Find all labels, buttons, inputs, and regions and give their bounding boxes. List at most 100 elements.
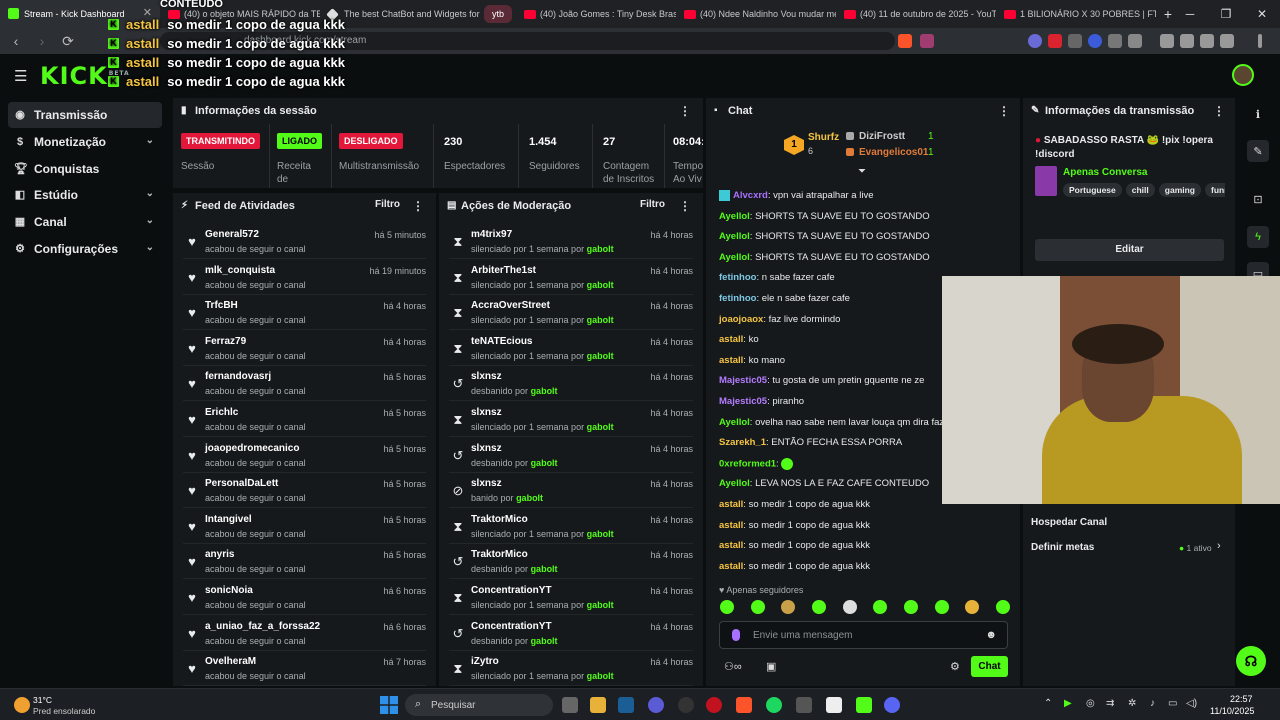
chat-username[interactable]: Majestic05 — [719, 396, 767, 407]
chat-username[interactable]: astall — [719, 355, 743, 366]
extension-2-icon[interactable] — [1048, 34, 1062, 48]
list-item[interactable]: ♥ mlk_conquista acabou de seguir o canal há… — [173, 259, 436, 295]
edit-icon[interactable]: ✎ — [1247, 140, 1269, 162]
moderator-name[interactable]: gabolt — [587, 351, 614, 361]
vpn-icon[interactable] — [1220, 34, 1234, 48]
follower-name[interactable]: Intangivel — [205, 514, 252, 525]
emoji-icon[interactable]: ☻ — [985, 629, 997, 641]
moderated-user[interactable]: m4trix97 — [471, 229, 512, 240]
chat-username[interactable]: astall — [719, 561, 743, 572]
spotify-icon[interactable] — [766, 697, 782, 713]
list-item[interactable]: ♥ TrfcBH acabou de seguir o canal há 4 hora… — [173, 294, 436, 331]
emote-icon[interactable] — [750, 600, 765, 614]
send-chat-button[interactable]: Chat — [971, 656, 1008, 677]
avatar[interactable] — [1232, 64, 1254, 86]
moderated-user[interactable]: ArbiterThe1st — [471, 265, 536, 276]
tab-youtube-3[interactable]: (40) Ndee Naldinho Vou mudar meu — [676, 0, 836, 28]
tab-youtube-5[interactable]: 1 BILIONÁRIO X 30 POBRES | FT. PAULO — [996, 0, 1156, 28]
chat-username[interactable]: Alvcxrd — [733, 190, 768, 201]
sidebar-item-estudio[interactable]: ◧ Estúdio ⌄ — [8, 182, 162, 208]
follower-name[interactable]: joaopedromecanico — [205, 443, 299, 454]
moderated-user[interactable]: slxnsz — [471, 478, 502, 489]
brave-shield-icon[interactable] — [898, 34, 912, 48]
chevron-up-icon[interactable]: ⌃ — [1044, 698, 1052, 709]
weather-icon[interactable] — [14, 697, 30, 713]
menu-icon[interactable] — [1258, 34, 1262, 48]
obs-icon[interactable] — [678, 697, 694, 713]
expand-leaderboard-icon[interactable]: ⏷ — [858, 166, 866, 177]
moderated-user[interactable]: slxnsz — [471, 407, 502, 418]
follower-name[interactable]: a_uniao_faz_a_forssa22 — [205, 621, 320, 632]
chat-username[interactable]: Ayellol — [719, 231, 750, 242]
microphone-icon[interactable]: ♪ — [1150, 698, 1155, 709]
lightning-icon[interactable]: ϟ — [1247, 226, 1269, 248]
moderated-user[interactable]: AccraOverStreet — [471, 300, 550, 311]
set-goals-link[interactable]: Definir metas — [1031, 542, 1094, 553]
moderated-user[interactable]: iZytro — [471, 656, 499, 667]
list-item[interactable]: ↺ ConcentrationYT desbanido por gabolt há 4… — [439, 615, 703, 651]
list-item[interactable]: ⧗ TraktorMico silenciado por 1 semana por … — [439, 508, 703, 544]
follower-name[interactable]: TrfcBH — [205, 300, 238, 311]
emote-icon[interactable] — [781, 600, 796, 614]
tray-icon[interactable]: ⇉ — [1106, 698, 1114, 709]
emote-icon[interactable] — [873, 600, 888, 614]
discord-icon[interactable] — [884, 697, 900, 713]
chat-username[interactable]: 0xreformed1 — [719, 458, 776, 469]
tab-group-ytb[interactable]: ytb — [484, 5, 513, 23]
forward-icon[interactable]: › — [32, 33, 52, 49]
sidebar-icon[interactable] — [1180, 34, 1194, 48]
category-link[interactable]: Apenas Conversa — [1063, 167, 1147, 178]
minimize-button[interactable]: ─ — [1172, 0, 1208, 28]
target-icon[interactable]: ⊡ — [1247, 188, 1269, 210]
emote-icon[interactable] — [720, 600, 734, 614]
back-icon[interactable]: ‹ — [6, 33, 26, 49]
moderated-user[interactable]: ConcentrationYT — [471, 585, 552, 596]
moderator-name[interactable]: gabolt — [587, 600, 614, 610]
list-item[interactable]: ♥ anyris acabou de seguir o canal há 5 hora… — [173, 543, 436, 580]
clock-time[interactable]: 22:57 — [1230, 694, 1253, 704]
list-item[interactable]: ⧗ teNATEcious silenciado por 1 semana por … — [439, 330, 703, 366]
file-explorer-icon[interactable] — [590, 697, 606, 713]
rewards-icon[interactable] — [920, 34, 934, 48]
support-headset-icon[interactable]: ☊ — [1236, 646, 1266, 676]
chat-input[interactable]: Envie uma mensagem ☻ — [719, 621, 1008, 649]
chevron-right-icon[interactable]: › — [1217, 540, 1221, 552]
emote-icon[interactable] — [995, 600, 1010, 614]
tray-icon[interactable]: ◎ — [1086, 698, 1095, 709]
chat-username[interactable]: Ayellol — [719, 211, 750, 222]
chat-username[interactable]: Ayellol — [719, 478, 750, 489]
moderated-user[interactable]: TraktorMico — [471, 514, 528, 525]
host-channel-link[interactable]: Hospedar Canal — [1031, 517, 1107, 528]
tab-youtube-4[interactable]: (40) 11 de outubro de 2025 - YouTube — [836, 0, 996, 28]
list-item[interactable]: ♥ Intangivel acabou de seguir o canal há 5 … — [173, 508, 436, 544]
hamburger-menu-icon[interactable]: ☰ — [14, 67, 27, 85]
list-item[interactable]: ♥ sonicNoia acabou de seguir o canal há 6 h… — [173, 579, 436, 615]
chat-username[interactable]: joaojoaox — [719, 314, 763, 325]
moderator-name[interactable]: gabolt — [587, 422, 614, 432]
list-item[interactable]: ♥ PersonalDaLett acabou de seguir o canal h… — [173, 472, 436, 509]
opera-icon[interactable] — [706, 697, 722, 713]
music-icon[interactable] — [1160, 34, 1174, 48]
wallet-icon[interactable] — [1200, 34, 1214, 48]
list-item[interactable]: ⧗ AccraOverStreet silenciado por 1 semana … — [439, 294, 703, 331]
notepad-icon[interactable] — [826, 697, 842, 713]
reload-icon[interactable]: ⟳ — [58, 33, 78, 50]
emote-icon[interactable] — [842, 600, 857, 614]
tag[interactable]: Portuguese — [1063, 183, 1122, 197]
moderated-user[interactable]: TraktorMico — [471, 549, 528, 560]
more-options-icon[interactable]: ⋮ — [998, 104, 1010, 118]
filter-button[interactable]: Filtro — [375, 199, 400, 210]
follower-name[interactable]: anyris — [205, 549, 234, 560]
tag[interactable]: funny — [1205, 183, 1225, 197]
task-view-icon[interactable] — [562, 697, 578, 713]
volume-icon[interactable]: ◁) — [1186, 698, 1197, 709]
extension-4-icon[interactable] — [1088, 34, 1102, 48]
extension-3-icon[interactable] — [1068, 34, 1082, 48]
emote-icon[interactable] — [903, 600, 918, 614]
close-window-button[interactable]: ✕ — [1244, 0, 1280, 28]
more-options-icon[interactable]: ⋮ — [679, 199, 691, 213]
list-item[interactable]: ⧗ ArbiterThe1st silenciado por 1 semana po… — [439, 259, 703, 295]
chat-username[interactable]: astall — [719, 520, 743, 531]
list-item[interactable]: ↺ slxnsz desbanido por gabolt há 4 horas — [439, 365, 703, 402]
more-options-icon[interactable]: ⋮ — [679, 104, 691, 118]
